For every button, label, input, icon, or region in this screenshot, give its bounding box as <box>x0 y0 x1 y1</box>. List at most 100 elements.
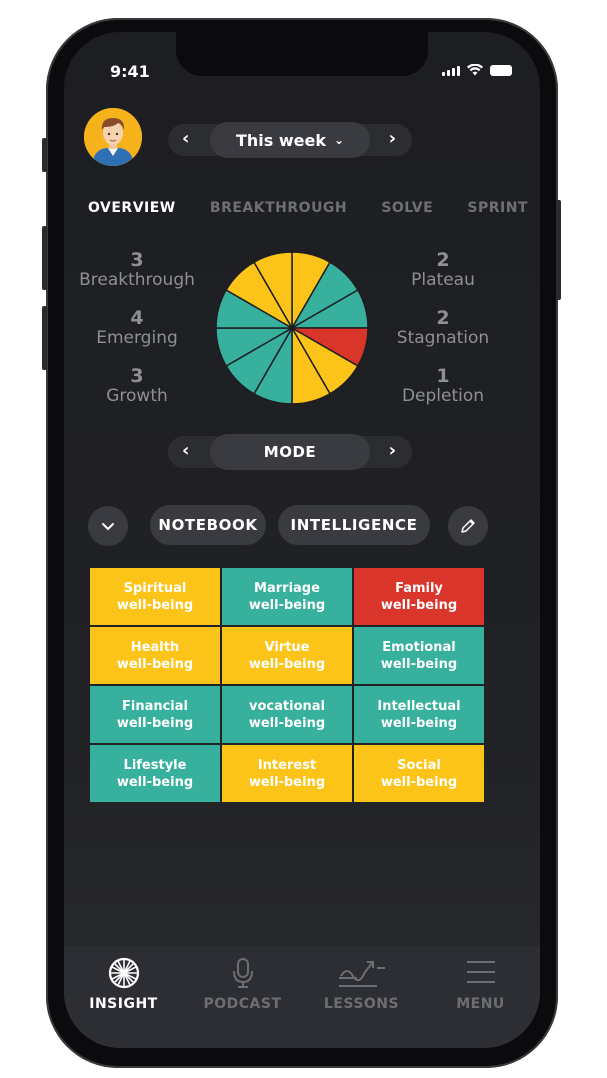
stat-value: 3 <box>130 365 144 387</box>
tab-bar: OVERVIEW BREAKTHROUGH SOLVE SPRINT <box>88 200 528 216</box>
action-row: NOTEBOOK INTELLIGENCE <box>88 504 518 548</box>
intelligence-button[interactable]: INTELLIGENCE <box>278 505 430 545</box>
tab-solve[interactable]: SOLVE <box>381 200 433 216</box>
cell-title: Lifestyle <box>123 757 187 773</box>
stat-label: Emerging <box>96 328 178 348</box>
chevron-down-icon <box>102 523 114 531</box>
stat-value: 3 <box>130 249 144 271</box>
cell-title: Marriage <box>254 580 320 596</box>
cell-title: Social <box>397 757 441 773</box>
nav-label: MENU <box>456 996 505 1012</box>
cell-title: Virtue <box>264 639 310 655</box>
nav-lessons[interactable]: LESSONS <box>307 946 417 1048</box>
week-dropdown[interactable]: This week ⌄ <box>210 122 370 158</box>
cell-subtitle: well-being <box>380 774 458 790</box>
mode-label: MODE <box>263 443 317 461</box>
nav-label: LESSONS <box>323 996 400 1012</box>
nav-insight[interactable]: INSIGHT <box>69 946 179 1048</box>
wellbeing-cell[interactable]: Financial well-being <box>90 686 220 743</box>
cell-subtitle: well-being <box>248 715 326 731</box>
wellbeing-cell[interactable]: Virtue well-being <box>222 627 352 684</box>
mode-button[interactable]: MODE <box>210 434 370 470</box>
cell-title: Emotional <box>382 639 456 655</box>
wellbeing-cell[interactable]: Health well-being <box>90 627 220 684</box>
insight-icon <box>108 957 139 989</box>
stat-value: 4 <box>130 307 144 329</box>
cell-subtitle: well-being <box>380 597 458 613</box>
status-time: 9:41 <box>110 62 150 81</box>
cell-subtitle: well-being <box>248 774 326 790</box>
stat-emerging: 4 Emerging <box>72 308 202 348</box>
wellbeing-cell[interactable]: Interest well-being <box>222 745 352 802</box>
wellbeing-cell[interactable]: Lifestyle well-being <box>90 745 220 802</box>
wellbeing-cell[interactable]: Intellectual well-being <box>354 686 484 743</box>
cell-title: vocational <box>249 698 325 714</box>
chevron-left-icon[interactable]: ‹ <box>182 440 189 461</box>
wellbeing-cell[interactable]: Marriage well-being <box>222 568 352 625</box>
stat-label: Depletion <box>401 386 485 406</box>
chevron-left-icon[interactable]: ‹ <box>182 128 189 149</box>
nav-menu[interactable]: MENU <box>426 946 536 1048</box>
cell-subtitle: well-being <box>116 715 194 731</box>
chevron-right-icon[interactable]: › <box>389 128 396 149</box>
stat-value: 2 <box>436 249 450 271</box>
week-label: This week <box>235 130 326 150</box>
cell-subtitle: well-being <box>248 597 326 613</box>
cell-subtitle: well-being <box>116 656 194 672</box>
stat-label: Stagnation <box>396 328 490 348</box>
phone-side-button <box>42 226 47 290</box>
edit-button[interactable] <box>448 506 488 546</box>
notch <box>176 32 428 76</box>
cell-title: Financial <box>121 698 188 714</box>
avatar[interactable] <box>84 108 142 166</box>
wifi-icon <box>467 64 483 76</box>
phone-power-button <box>556 200 561 300</box>
cell-subtitle: well-being <box>116 774 194 790</box>
stat-plateau: 2 Plateau <box>378 250 508 290</box>
stat-stagnation: 2 Stagnation <box>378 308 508 348</box>
phone-side-button <box>42 306 47 370</box>
wellbeing-cell[interactable]: vocational well-being <box>222 686 352 743</box>
week-selector: ‹ This week ⌄ › <box>168 122 412 158</box>
user-avatar-icon <box>84 108 142 166</box>
chevron-right-icon[interactable]: › <box>389 440 396 461</box>
tab-breakthrough[interactable]: BREAKTHROUGH <box>210 200 347 216</box>
cell-title: Interest <box>257 757 317 773</box>
nav-podcast[interactable]: PODCAST <box>188 946 298 1048</box>
signal-icon <box>442 66 460 76</box>
cell-subtitle: well-being <box>116 597 194 613</box>
microphone-icon <box>232 958 253 988</box>
status-icons <box>442 64 512 76</box>
stat-depletion: 1 Depletion <box>378 366 508 406</box>
wellbeing-cell[interactable]: Spiritual well-being <box>90 568 220 625</box>
tab-overview[interactable]: OVERVIEW <box>88 200 176 216</box>
pencil-icon <box>461 519 475 533</box>
stat-value: 1 <box>436 365 450 387</box>
stat-breakthrough: 3 Breakthrough <box>72 250 202 290</box>
stat-label: Breakthrough <box>79 270 195 290</box>
stat-growth: 3 Growth <box>72 366 202 406</box>
cell-subtitle: well-being <box>380 715 458 731</box>
cell-title: Spiritual <box>123 580 187 596</box>
stat-label: Plateau <box>411 270 475 290</box>
lessons-icon <box>338 961 385 987</box>
menu-icon <box>466 961 495 983</box>
collapse-button[interactable] <box>88 506 128 546</box>
wellbeing-grid: Spiritual well-being Marriage well-being F… <box>90 568 486 802</box>
tab-sprint[interactable]: SPRINT <box>467 200 528 216</box>
cell-subtitle: well-being <box>380 656 458 672</box>
notebook-button[interactable]: NOTEBOOK <box>150 505 266 545</box>
nav-label: PODCAST <box>203 996 282 1012</box>
cell-title: Intellectual <box>377 698 461 714</box>
wellbeing-cell[interactable]: Family well-being <box>354 568 484 625</box>
bottom-nav: INSIGHT PODCAST LESSONS MENU <box>64 946 540 1048</box>
app-screen: 9:41 ‹ This week ⌄ › OVERVIEW BREAKTHROU… <box>64 32 540 1048</box>
stat-value: 2 <box>436 307 450 329</box>
cell-title: Family <box>395 580 443 596</box>
wellbeing-cell[interactable]: Social well-being <box>354 745 484 802</box>
mode-selector: ‹ MODE › <box>168 434 412 470</box>
battery-icon <box>490 65 512 76</box>
wellbeing-cell[interactable]: Emotional well-being <box>354 627 484 684</box>
chevron-down-icon: ⌄ <box>333 133 345 147</box>
wellbeing-pie-chart[interactable] <box>214 250 370 406</box>
